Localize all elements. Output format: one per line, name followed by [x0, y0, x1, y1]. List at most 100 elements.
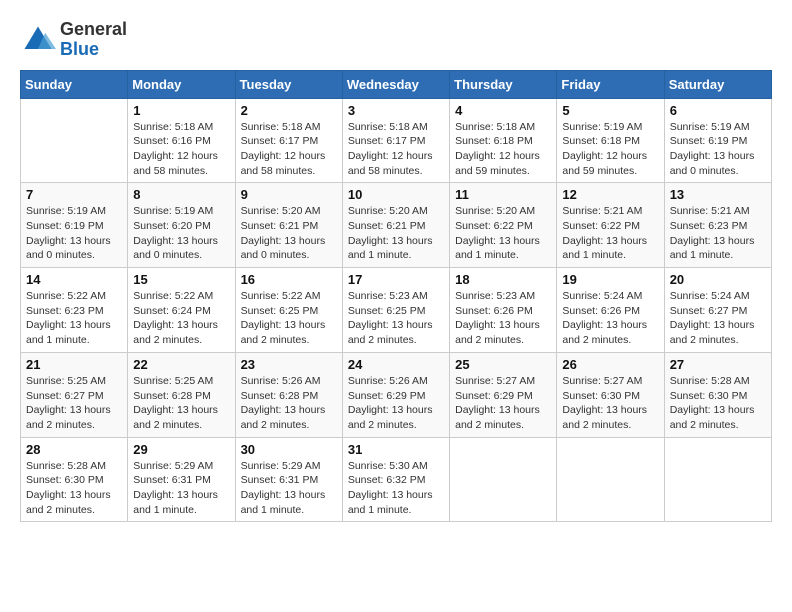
calendar-cell: 3 Sunrise: 5:18 AM Sunset: 6:17 PM Daylig… — [342, 98, 449, 183]
calendar-cell: 29Sunrise: 5:29 AM Sunset: 6:31 PM Dayli… — [128, 437, 235, 522]
day-info: Sunrise: 5:26 AM Sunset: 6:29 PM Dayligh… — [348, 374, 444, 433]
calendar-cell: 11Sunrise: 5:20 AM Sunset: 6:22 PM Dayli… — [450, 183, 557, 268]
calendar-cell: 2 Sunrise: 5:18 AM Sunset: 6:17 PM Daylig… — [235, 98, 342, 183]
day-number: 23 — [241, 357, 337, 372]
calendar-cell: 17 Sunrise: 5:23 AM Sunset: 6:25 PM Dayli… — [342, 268, 449, 353]
day-number: 25 — [455, 357, 551, 372]
day-number: 31 — [348, 442, 444, 457]
day-header-wednesday: Wednesday — [342, 70, 449, 98]
day-info: Sunrise: 5:23 AM Sunset: 6:26 PM Dayligh… — [455, 289, 551, 348]
day-info: Sunrise: 5:18 AM Sunset: 6:16 PM Dayligh… — [133, 120, 229, 179]
day-info: Sunrise: 5:20 AM Sunset: 6:21 PM Dayligh… — [348, 204, 444, 263]
calendar-cell: 21 Sunrise: 5:25 AM Sunset: 6:27 PM Dayli… — [21, 352, 128, 437]
day-info: Sunrise: 5:24 AM Sunset: 6:26 PM Dayligh… — [562, 289, 658, 348]
day-header-tuesday: Tuesday — [235, 70, 342, 98]
calendar-header-row: SundayMondayTuesdayWednesdayThursdayFrid… — [21, 70, 772, 98]
day-info: Sunrise: 5:28 AM Sunset: 6:30 PM Dayligh… — [670, 374, 766, 433]
page-header: General Blue — [20, 20, 772, 60]
day-header-saturday: Saturday — [664, 70, 771, 98]
day-number: 30 — [241, 442, 337, 457]
calendar-cell — [664, 437, 771, 522]
calendar-cell: 10 Sunrise: 5:20 AM Sunset: 6:21 PM Dayli… — [342, 183, 449, 268]
logo-general: General — [60, 20, 127, 40]
day-info: Sunrise: 5:19 AM Sunset: 6:19 PM Dayligh… — [670, 120, 766, 179]
day-info: Sunrise: 5:25 AM Sunset: 6:27 PM Dayligh… — [26, 374, 122, 433]
calendar-cell: 7 Sunrise: 5:19 AM Sunset: 6:19 PM Daylig… — [21, 183, 128, 268]
day-number: 20 — [670, 272, 766, 287]
day-info: Sunrise: 5:19 AM Sunset: 6:19 PM Dayligh… — [26, 204, 122, 263]
calendar-cell: 31 Sunrise: 5:30 AM Sunset: 6:32 PM Dayli… — [342, 437, 449, 522]
day-number: 21 — [26, 357, 122, 372]
calendar-cell: 4 Sunrise: 5:18 AM Sunset: 6:18 PM Daylig… — [450, 98, 557, 183]
day-info: Sunrise: 5:27 AM Sunset: 6:30 PM Dayligh… — [562, 374, 658, 433]
calendar-cell: 20 Sunrise: 5:24 AM Sunset: 6:27 PM Dayli… — [664, 268, 771, 353]
day-info: Sunrise: 5:22 AM Sunset: 6:24 PM Dayligh… — [133, 289, 229, 348]
calendar-cell: 18 Sunrise: 5:23 AM Sunset: 6:26 PM Dayli… — [450, 268, 557, 353]
day-info: Sunrise: 5:18 AM Sunset: 6:18 PM Dayligh… — [455, 120, 551, 179]
day-info: Sunrise: 5:19 AM Sunset: 6:18 PM Dayligh… — [562, 120, 658, 179]
day-info: Sunrise: 5:27 AM Sunset: 6:29 PM Dayligh… — [455, 374, 551, 433]
calendar-cell: 12Sunrise: 5:21 AM Sunset: 6:22 PM Dayli… — [557, 183, 664, 268]
calendar-cell: 9 Sunrise: 5:20 AM Sunset: 6:21 PM Daylig… — [235, 183, 342, 268]
day-number: 18 — [455, 272, 551, 287]
day-header-sunday: Sunday — [21, 70, 128, 98]
calendar-cell: 25 Sunrise: 5:27 AM Sunset: 6:29 PM Dayli… — [450, 352, 557, 437]
calendar-cell: 8 Sunrise: 5:19 AM Sunset: 6:20 PM Daylig… — [128, 183, 235, 268]
calendar-week-1: 1Sunrise: 5:18 AM Sunset: 6:16 PM Daylig… — [21, 98, 772, 183]
day-number: 2 — [241, 103, 337, 118]
day-number: 9 — [241, 187, 337, 202]
day-info: Sunrise: 5:20 AM Sunset: 6:22 PM Dayligh… — [455, 204, 551, 263]
calendar-cell — [557, 437, 664, 522]
calendar-cell — [450, 437, 557, 522]
day-info: Sunrise: 5:22 AM Sunset: 6:23 PM Dayligh… — [26, 289, 122, 348]
day-number: 7 — [26, 187, 122, 202]
day-number: 17 — [348, 272, 444, 287]
day-number: 13 — [670, 187, 766, 202]
day-number: 19 — [562, 272, 658, 287]
calendar-table: SundayMondayTuesdayWednesdayThursdayFrid… — [20, 70, 772, 523]
calendar-cell — [21, 98, 128, 183]
day-info: Sunrise: 5:21 AM Sunset: 6:23 PM Dayligh… — [670, 204, 766, 263]
day-info: Sunrise: 5:20 AM Sunset: 6:21 PM Dayligh… — [241, 204, 337, 263]
day-number: 26 — [562, 357, 658, 372]
calendar-week-2: 7 Sunrise: 5:19 AM Sunset: 6:19 PM Daylig… — [21, 183, 772, 268]
calendar-cell: 26 Sunrise: 5:27 AM Sunset: 6:30 PM Dayli… — [557, 352, 664, 437]
day-info: Sunrise: 5:18 AM Sunset: 6:17 PM Dayligh… — [241, 120, 337, 179]
day-info: Sunrise: 5:25 AM Sunset: 6:28 PM Dayligh… — [133, 374, 229, 433]
logo: General Blue — [20, 20, 127, 60]
logo-blue: Blue — [60, 40, 127, 60]
day-number: 28 — [26, 442, 122, 457]
calendar-week-3: 14 Sunrise: 5:22 AM Sunset: 6:23 PM Dayli… — [21, 268, 772, 353]
day-header-monday: Monday — [128, 70, 235, 98]
calendar-cell: 19 Sunrise: 5:24 AM Sunset: 6:26 PM Dayli… — [557, 268, 664, 353]
day-info: Sunrise: 5:28 AM Sunset: 6:30 PM Dayligh… — [26, 459, 122, 518]
calendar-cell: 22 Sunrise: 5:25 AM Sunset: 6:28 PM Dayli… — [128, 352, 235, 437]
calendar-cell: 16 Sunrise: 5:22 AM Sunset: 6:25 PM Dayli… — [235, 268, 342, 353]
day-number: 5 — [562, 103, 658, 118]
day-info: Sunrise: 5:23 AM Sunset: 6:25 PM Dayligh… — [348, 289, 444, 348]
day-number: 14 — [26, 272, 122, 287]
logo-icon — [20, 22, 56, 58]
day-number: 22 — [133, 357, 229, 372]
day-header-friday: Friday — [557, 70, 664, 98]
day-info: Sunrise: 5:30 AM Sunset: 6:32 PM Dayligh… — [348, 459, 444, 518]
day-number: 4 — [455, 103, 551, 118]
calendar-cell: 5 Sunrise: 5:19 AM Sunset: 6:18 PM Daylig… — [557, 98, 664, 183]
calendar-week-4: 21 Sunrise: 5:25 AM Sunset: 6:27 PM Dayli… — [21, 352, 772, 437]
calendar-cell: 23 Sunrise: 5:26 AM Sunset: 6:28 PM Dayli… — [235, 352, 342, 437]
calendar-cell: 28 Sunrise: 5:28 AM Sunset: 6:30 PM Dayli… — [21, 437, 128, 522]
day-number: 8 — [133, 187, 229, 202]
day-info: Sunrise: 5:26 AM Sunset: 6:28 PM Dayligh… — [241, 374, 337, 433]
day-info: Sunrise: 5:22 AM Sunset: 6:25 PM Dayligh… — [241, 289, 337, 348]
day-number: 6 — [670, 103, 766, 118]
day-info: Sunrise: 5:19 AM Sunset: 6:20 PM Dayligh… — [133, 204, 229, 263]
day-info: Sunrise: 5:18 AM Sunset: 6:17 PM Dayligh… — [348, 120, 444, 179]
day-info: Sunrise: 5:24 AM Sunset: 6:27 PM Dayligh… — [670, 289, 766, 348]
calendar-cell: 14 Sunrise: 5:22 AM Sunset: 6:23 PM Dayli… — [21, 268, 128, 353]
day-number: 15 — [133, 272, 229, 287]
calendar-cell: 6 Sunrise: 5:19 AM Sunset: 6:19 PM Daylig… — [664, 98, 771, 183]
day-number: 16 — [241, 272, 337, 287]
day-number: 3 — [348, 103, 444, 118]
day-number: 10 — [348, 187, 444, 202]
calendar-week-5: 28 Sunrise: 5:28 AM Sunset: 6:30 PM Dayli… — [21, 437, 772, 522]
